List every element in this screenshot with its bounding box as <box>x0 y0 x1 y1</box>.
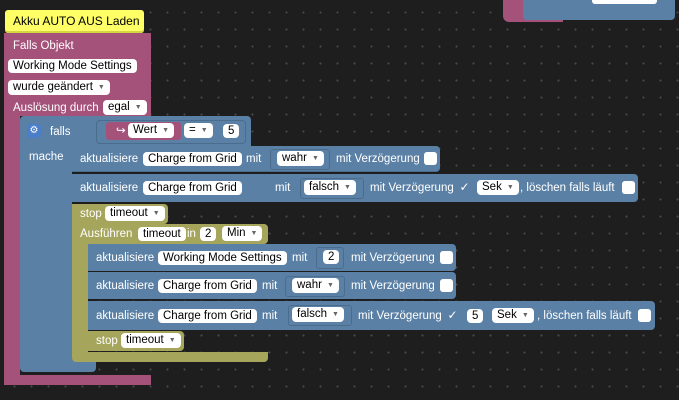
exec-label: Ausführen <box>80 228 133 240</box>
chevron-down-icon: ▼ <box>250 230 258 237</box>
update-label: aktualisiere <box>80 153 139 165</box>
if-label: falls <box>50 126 71 138</box>
if-block-arm <box>20 146 72 359</box>
exec-timeout-block-arm <box>72 244 88 354</box>
value-dropdown[interactable]: wahr ▼ <box>277 151 324 166</box>
chevron-down-icon: ▼ <box>97 84 105 91</box>
event-block-left-arm <box>4 110 20 375</box>
chevron-down-icon: ▼ <box>326 282 334 289</box>
block-comment[interactable]: Akku AUTO AUS Laden <box>5 10 144 33</box>
delay-field[interactable]: 5 <box>467 309 484 323</box>
checkmark-icon[interactable]: ✓ <box>458 181 471 194</box>
condition-dropdown[interactable]: wurde geändert ▼ <box>8 80 110 95</box>
timer-dropdown[interactable]: timeout ▼ <box>105 206 165 221</box>
chevron-down-icon: ▼ <box>200 127 208 134</box>
delay-checkbox[interactable] <box>440 251 453 264</box>
value-dropdown[interactable]: falsch ▼ <box>292 307 344 322</box>
update-label: aktualisiere <box>96 310 155 322</box>
object-selector[interactable]: Charge from Grid <box>143 181 242 195</box>
delay-label: mit Verzögerung <box>351 280 435 292</box>
exec-timeout-block-foot <box>72 352 268 362</box>
unit-dropdown[interactable]: Sek ▼ <box>477 180 519 195</box>
chevron-down-icon: ▼ <box>506 184 514 191</box>
chevron-down-icon: ▼ <box>152 210 160 217</box>
stop-label: stop <box>80 208 102 220</box>
with-label: mit <box>262 280 278 292</box>
return-arrow-icon: ↪ <box>116 125 126 137</box>
trigger-title: Falls Objekt <box>13 40 74 52</box>
delay-label: mit Verzögerung <box>370 182 454 194</box>
time-unit-dropdown[interactable]: Min ▼ <box>222 226 263 241</box>
clear-label: , löschen falls läuft <box>537 310 632 322</box>
operator-dropdown[interactable]: = ▼ <box>184 123 213 138</box>
event-block-foot <box>4 375 151 385</box>
variable-dropdown[interactable]: Wert ▼ <box>128 123 175 138</box>
chevron-down-icon: ▼ <box>344 184 351 191</box>
with-label: mit <box>262 310 278 322</box>
delay-checkbox[interactable] <box>424 152 437 165</box>
trigger-label: Auslösung durch <box>13 102 99 114</box>
trigger-dropdown[interactable]: egal ▼ <box>103 100 147 115</box>
with-label: mit <box>246 153 262 165</box>
chevron-down-icon: ▼ <box>162 127 170 134</box>
with-label: mit <box>292 252 308 264</box>
chevron-down-icon: ▼ <box>332 311 339 318</box>
gear-icon[interactable]: ⚙ <box>27 124 41 138</box>
clear-checkbox[interactable] <box>622 181 635 194</box>
with-label: mit <box>275 182 291 194</box>
value-dropdown[interactable]: wahr ▼ <box>292 278 339 293</box>
object-selector[interactable]: Working Mode Settings <box>158 251 287 265</box>
object-selector[interactable]: Charge from Grid <box>143 152 242 166</box>
update-label: aktualisiere <box>80 182 139 194</box>
delay-label: mit Verzögerung <box>351 252 435 264</box>
chevron-down-icon: ▼ <box>311 155 319 162</box>
object-selector[interactable]: Charge from Grid <box>158 279 257 293</box>
in-label: in <box>187 228 196 240</box>
delay-label: mit Verzögerung <box>336 153 420 165</box>
chevron-down-icon: ▼ <box>134 104 142 111</box>
number-field[interactable]: 2 <box>323 250 340 264</box>
update-label: aktualisiere <box>96 280 155 292</box>
value-dropdown[interactable]: falsch ▼ <box>304 180 356 195</box>
delay-checkbox[interactable] <box>440 279 453 292</box>
object-selector[interactable]: Working Mode Settings <box>8 59 137 73</box>
chevron-down-icon: ▼ <box>168 337 176 344</box>
update-label: aktualisiere <box>96 252 155 264</box>
number-field[interactable]: 5 <box>223 124 240 138</box>
checkmark-icon[interactable]: ✓ <box>446 309 459 322</box>
time-field[interactable]: 2 <box>200 227 217 241</box>
object-selector[interactable]: Charge from Grid <box>158 309 257 323</box>
timer-name-field[interactable]: timeout <box>138 227 186 241</box>
timer-dropdown[interactable]: timeout ▼ <box>121 333 181 348</box>
stop-label: stop <box>96 335 118 347</box>
clear-checkbox[interactable] <box>638 309 651 322</box>
delay-label: mit Verzögerung <box>358 310 442 322</box>
do-label: mache <box>29 151 64 163</box>
unit-dropdown[interactable]: Sek ▼ <box>492 308 534 323</box>
background-field <box>592 0 657 4</box>
clear-label: , löschen falls läuft <box>520 182 615 194</box>
chevron-down-icon: ▼ <box>521 312 529 319</box>
